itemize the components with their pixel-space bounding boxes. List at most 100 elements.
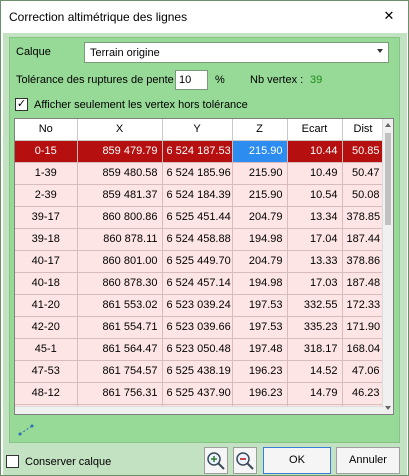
table-cell[interactable]: 6 524 458.88 xyxy=(162,228,233,251)
table-cell[interactable]: 6 523 050.48 xyxy=(162,338,233,361)
table-cell[interactable]: 48-12 xyxy=(15,382,78,405)
table-cell[interactable]: 50.08 xyxy=(342,184,385,207)
table-cell[interactable]: 2-39 xyxy=(15,184,78,207)
table-cell[interactable]: 860 800.86 xyxy=(77,206,163,229)
zoom-in-button[interactable] xyxy=(204,447,228,474)
calque-select[interactable]: Terrain origine xyxy=(84,42,389,63)
table-cell[interactable]: 861 553.02 xyxy=(77,294,163,317)
table-cell[interactable]: 14.79 xyxy=(287,382,343,405)
table-cell[interactable]: 50.47 xyxy=(342,162,385,185)
table-row[interactable]: 39-17 860 800.86 6 525 451.44 204.79 13.34 37… xyxy=(15,206,385,229)
table-cell[interactable]: 10.49 xyxy=(287,162,343,185)
table-cell[interactable]: 197.53 xyxy=(232,294,288,317)
table-cell[interactable]: 861 754.57 xyxy=(77,360,163,383)
table-cell[interactable]: 332.55 xyxy=(287,294,343,317)
table-cell[interactable]: 47.06 xyxy=(342,360,385,383)
table-cell[interactable]: 861 554.71 xyxy=(77,316,163,339)
line-tool-button[interactable] xyxy=(15,421,37,439)
table-row[interactable]: 48-12 861 756.31 6 525 437.90 196.23 14.79 46… xyxy=(15,382,385,405)
table-cell[interactable]: 39-18 xyxy=(15,228,78,251)
table-cell[interactable]: 0-15 xyxy=(15,140,78,163)
scroll-up-icon[interactable] xyxy=(385,123,391,127)
table-cell[interactable]: 10.44 xyxy=(287,140,343,163)
table-cell[interactable]: 378.86 xyxy=(342,250,385,273)
column-header[interactable]: Z xyxy=(232,119,288,141)
table-row[interactable]: 45-1 861 564.47 6 523 050.48 197.48 318.17 16… xyxy=(15,338,385,361)
table-cell[interactable]: 1-39 xyxy=(15,162,78,185)
table-cell[interactable]: 13.34 xyxy=(287,206,343,229)
table-cell[interactable]: 40-18 xyxy=(15,272,78,295)
table-cell[interactable]: 197.53 xyxy=(232,316,288,339)
table-cell[interactable]: 861 564.47 xyxy=(77,338,163,361)
table-cell[interactable]: 187.48 xyxy=(342,272,385,295)
vertical-scrollbar[interactable] xyxy=(382,119,393,414)
table-cell[interactable]: 168.04 xyxy=(342,338,385,361)
table-cell[interactable]: 860 878.11 xyxy=(77,228,163,251)
table-cell[interactable]: 10.54 xyxy=(287,184,343,207)
tolerance-input[interactable]: 10 xyxy=(175,70,208,90)
only-out-of-tolerance-checkbox[interactable]: ✓ xyxy=(15,98,28,111)
table-cell[interactable]: 194.98 xyxy=(232,228,288,251)
table-cell[interactable]: 41-20 xyxy=(15,294,78,317)
table-cell[interactable]: 860 878.30 xyxy=(77,272,163,295)
table-cell[interactable]: 39-17 xyxy=(15,206,78,229)
table-cell[interactable]: 172.33 xyxy=(342,294,385,317)
table-cell[interactable]: 859 481.37 xyxy=(77,184,163,207)
table-cell[interactable]: 50.85 xyxy=(342,140,385,163)
table-cell[interactable]: 215.90 xyxy=(232,184,288,207)
table-cell[interactable]: 6 525 449.70 xyxy=(162,250,233,273)
table-cell[interactable]: 6 524 185.96 xyxy=(162,162,233,185)
table-cell[interactable]: 6 524 457.14 xyxy=(162,272,233,295)
table-cell[interactable]: 13.33 xyxy=(287,250,343,273)
table-cell[interactable]: 46.23 xyxy=(342,382,385,405)
ok-button[interactable]: OK xyxy=(263,447,331,474)
scroll-down-icon[interactable] xyxy=(385,406,391,410)
table-cell[interactable]: 40-17 xyxy=(15,250,78,273)
table-cell[interactable]: 14.52 xyxy=(287,360,343,383)
table-cell[interactable]: 17.04 xyxy=(287,228,343,251)
table-cell[interactable]: 215.90 xyxy=(232,140,288,163)
scroll-thumb[interactable] xyxy=(385,133,391,225)
column-header[interactable]: X xyxy=(77,119,163,141)
table-cell[interactable]: 6 524 184.39 xyxy=(162,184,233,207)
table-row[interactable]: 42-20 861 554.71 6 523 039.66 197.53 335.23 1… xyxy=(15,316,385,339)
column-header[interactable]: No xyxy=(15,119,78,141)
table-row[interactable]: 40-18 860 878.30 6 524 457.14 194.98 17.03 18… xyxy=(15,272,385,295)
table-cell[interactable]: 47-53 xyxy=(15,360,78,383)
table-cell[interactable]: 196.23 xyxy=(232,382,288,405)
table-cell[interactable]: 859 479.79 xyxy=(77,140,163,163)
table-cell[interactable]: 318.17 xyxy=(287,338,343,361)
column-header[interactable]: Ecart xyxy=(287,119,343,141)
table-cell[interactable]: 860 801.00 xyxy=(77,250,163,273)
horizontal-scrollbar[interactable] xyxy=(15,406,384,414)
table-cell[interactable]: 6 523 039.66 xyxy=(162,316,233,339)
table-row[interactable]: 2-39 859 481.37 6 524 184.39 215.90 10.54 50.… xyxy=(15,184,385,207)
table-row[interactable]: 39-18 860 878.11 6 524 458.88 194.98 17.04 18… xyxy=(15,228,385,251)
column-header[interactable]: Dist xyxy=(342,119,385,141)
table-cell[interactable]: 861 756.31 xyxy=(77,382,163,405)
table-row[interactable]: 40-17 860 801.00 6 525 449.70 204.79 13.33 37… xyxy=(15,250,385,273)
table-cell[interactable]: 204.79 xyxy=(232,206,288,229)
table-cell[interactable]: 17.03 xyxy=(287,272,343,295)
table-cell[interactable]: 6 525 451.44 xyxy=(162,206,233,229)
table-cell[interactable]: 335.23 xyxy=(287,316,343,339)
table-cell[interactable]: 42-20 xyxy=(15,316,78,339)
table-cell[interactable]: 215.90 xyxy=(232,162,288,185)
table-row[interactable]: 0-15 859 479.79 6 524 187.53 215.90 10.44 50.… xyxy=(15,140,385,163)
table-cell[interactable]: 6 524 187.53 xyxy=(162,140,233,163)
close-button[interactable]: ✕ xyxy=(374,4,404,28)
table-cell[interactable]: 45-1 xyxy=(15,338,78,361)
table-cell[interactable]: 194.98 xyxy=(232,272,288,295)
table-cell[interactable]: 859 480.58 xyxy=(77,162,163,185)
table-cell[interactable]: 6 525 438.19 xyxy=(162,360,233,383)
keep-layer-checkbox[interactable] xyxy=(6,455,19,468)
cancel-button[interactable]: Annuler xyxy=(336,447,400,474)
table-cell[interactable]: 6 523 039.24 xyxy=(162,294,233,317)
table-cell[interactable]: 196.23 xyxy=(232,360,288,383)
table-cell[interactable]: 187.44 xyxy=(342,228,385,251)
table-cell[interactable]: 171.90 xyxy=(342,316,385,339)
table-cell[interactable]: 378.85 xyxy=(342,206,385,229)
column-header[interactable]: Y xyxy=(162,119,233,141)
table-cell[interactable]: 204.79 xyxy=(232,250,288,273)
table-cell[interactable]: 197.48 xyxy=(232,338,288,361)
